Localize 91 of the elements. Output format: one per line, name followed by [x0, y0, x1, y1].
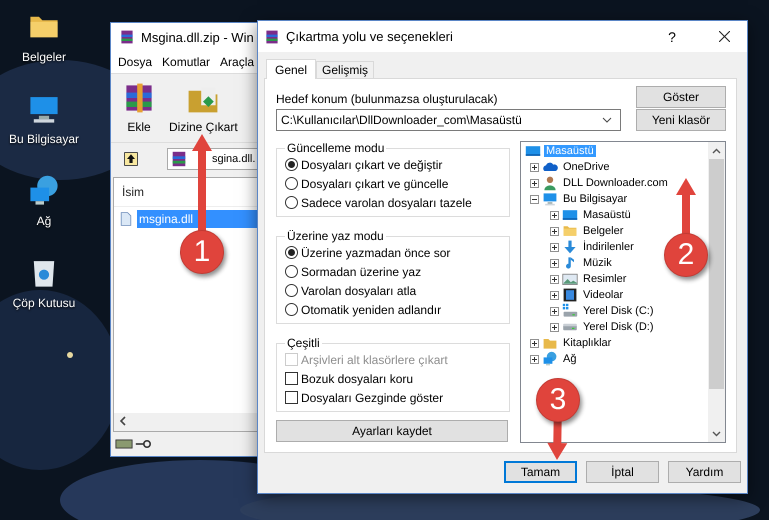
dialog-title: Çıkartma yolu ve seçenekleri	[286, 29, 454, 44]
expand-toggle[interactable]	[550, 210, 559, 220]
desktop-icon	[562, 207, 578, 223]
expand-toggle[interactable]	[550, 290, 559, 300]
tree-item[interactable]: İndirilenler	[581, 241, 636, 253]
group-title: Üzerine yaz modu	[286, 229, 385, 243]
radio-button[interactable]	[285, 196, 298, 209]
tree-item[interactable]: Masaüstü	[581, 209, 633, 221]
option-label: Dosyaları çıkart ve güncelle	[301, 176, 448, 190]
save-settings-button[interactable]: Ayarları kaydet	[276, 420, 508, 442]
help-button[interactable]: ?	[649, 21, 695, 52]
expand-toggle[interactable]	[530, 338, 539, 348]
radio-button[interactable]	[285, 303, 298, 316]
action-button[interactable]: Göster	[636, 86, 726, 108]
tree-item[interactable]: Ağ	[561, 353, 578, 365]
up-folder-button[interactable]	[123, 151, 139, 167]
desktop-icon	[525, 143, 541, 159]
radio-button[interactable]	[285, 284, 298, 297]
scrollbar-thumb[interactable]	[709, 159, 724, 389]
tree-item[interactable]: Yerel Disk (C:)	[581, 305, 656, 317]
picture-icon	[562, 271, 578, 287]
tab[interactable]: Genel	[266, 59, 316, 79]
group-title: Çeşitli	[286, 336, 321, 350]
tree-item[interactable]: OneDrive	[561, 161, 612, 173]
tree-item[interactable]: Bu Bilgisayar	[561, 193, 630, 205]
expand-toggle[interactable]	[550, 226, 559, 236]
dialog-button[interactable]: İptal	[586, 461, 659, 483]
chevron-down-icon	[602, 117, 612, 123]
option-label: Bozuk dosyaları koru	[301, 372, 414, 386]
person-icon	[542, 175, 558, 191]
checkbox[interactable]	[285, 391, 298, 404]
file-icon	[118, 211, 134, 227]
dialog-button[interactable]: Yardım	[668, 461, 741, 483]
books-icon	[170, 150, 188, 168]
folder-icon	[562, 223, 578, 239]
tree-item[interactable]: DLL Downloader.com	[561, 177, 670, 189]
option-label: Otomatik yeniden adlandır	[301, 302, 442, 316]
down-arrow-icon	[562, 239, 578, 255]
tree-item[interactable]: Resimler	[581, 273, 628, 285]
monitor-icon	[542, 191, 558, 207]
desktop-icon-label[interactable]: Çöp Kutusu	[12, 296, 76, 310]
group-title: Güncelleme modu	[286, 141, 386, 155]
option-label: Varolan dosyaları atla	[301, 284, 416, 298]
books-icon	[264, 28, 280, 44]
chevron-down-icon	[712, 430, 721, 436]
radio-button[interactable]	[285, 265, 298, 278]
chevron-up-icon	[712, 148, 721, 154]
checkbox[interactable]	[285, 372, 298, 385]
radio-button[interactable]	[285, 246, 298, 259]
menu-item[interactable]: Dosya	[118, 55, 152, 69]
dialog-button[interactable]: Tamam	[504, 461, 577, 483]
key-icon	[135, 440, 151, 448]
menu-item[interactable]: Komutlar	[162, 55, 210, 69]
desktop-icon-label[interactable]: Bu Bilgisayar	[8, 132, 80, 146]
field-label: Hedef konum (bulunmazsa oluşturulacak)	[276, 92, 498, 106]
collapse-toggle[interactable]	[530, 194, 539, 204]
expand-toggle[interactable]	[550, 322, 559, 332]
toolbar-button[interactable]: Ekle	[117, 80, 161, 134]
path-dropdown[interactable]: C:\Kullanıcılar\DllDownloader_com\Masaüstü	[276, 109, 621, 131]
desktop-icon-label[interactable]: Ağ	[36, 214, 52, 228]
expand-toggle[interactable]	[550, 306, 559, 316]
expand-toggle[interactable]	[550, 242, 559, 252]
menu-item[interactable]: Araçla	[220, 55, 254, 69]
tree-item[interactable]: Kitaplıklar	[561, 337, 614, 349]
option-label: Sadece varolan dosyaları tazele	[301, 196, 472, 210]
expand-toggle[interactable]	[530, 354, 539, 364]
option-label: Sormadan üzerine yaz	[301, 264, 422, 278]
expand-toggle[interactable]	[550, 274, 559, 284]
tree-item[interactable]: Belgeler	[581, 225, 626, 237]
expand-toggle[interactable]	[530, 162, 539, 172]
option-label: Dosyaları Gezginde göster	[301, 390, 444, 404]
tree-item[interactable]: Müzik	[581, 257, 614, 269]
globe-monitor-icon	[542, 351, 558, 367]
action-button[interactable]: Yeni klasör	[636, 109, 726, 131]
radio-button[interactable]	[285, 158, 298, 171]
expand-toggle[interactable]	[530, 178, 539, 188]
option-label: Dosyaları çıkart ve değiştir	[301, 158, 442, 172]
radio-button[interactable]	[285, 177, 298, 190]
books-icon	[119, 29, 135, 45]
tab[interactable]: Gelişmiş	[316, 61, 374, 78]
option-label: Üzerine yazmadan önce sor	[301, 246, 450, 260]
desktop-icon-label[interactable]: Belgeler	[22, 50, 66, 64]
window-title: Msgina.dll.zip - Win	[141, 30, 254, 44]
tree-item[interactable]: Videolar	[581, 289, 626, 301]
film-icon	[562, 287, 578, 303]
close-icon	[718, 31, 730, 42]
expand-toggle[interactable]	[550, 258, 559, 268]
option-label: Arşivleri alt klasörlere çıkart	[301, 352, 448, 366]
tree-item[interactable]: Yerel Disk (D:)	[581, 321, 656, 333]
toolbar-button[interactable]: Dizine Çıkart	[165, 80, 242, 134]
chevron-left-icon	[119, 416, 127, 426]
